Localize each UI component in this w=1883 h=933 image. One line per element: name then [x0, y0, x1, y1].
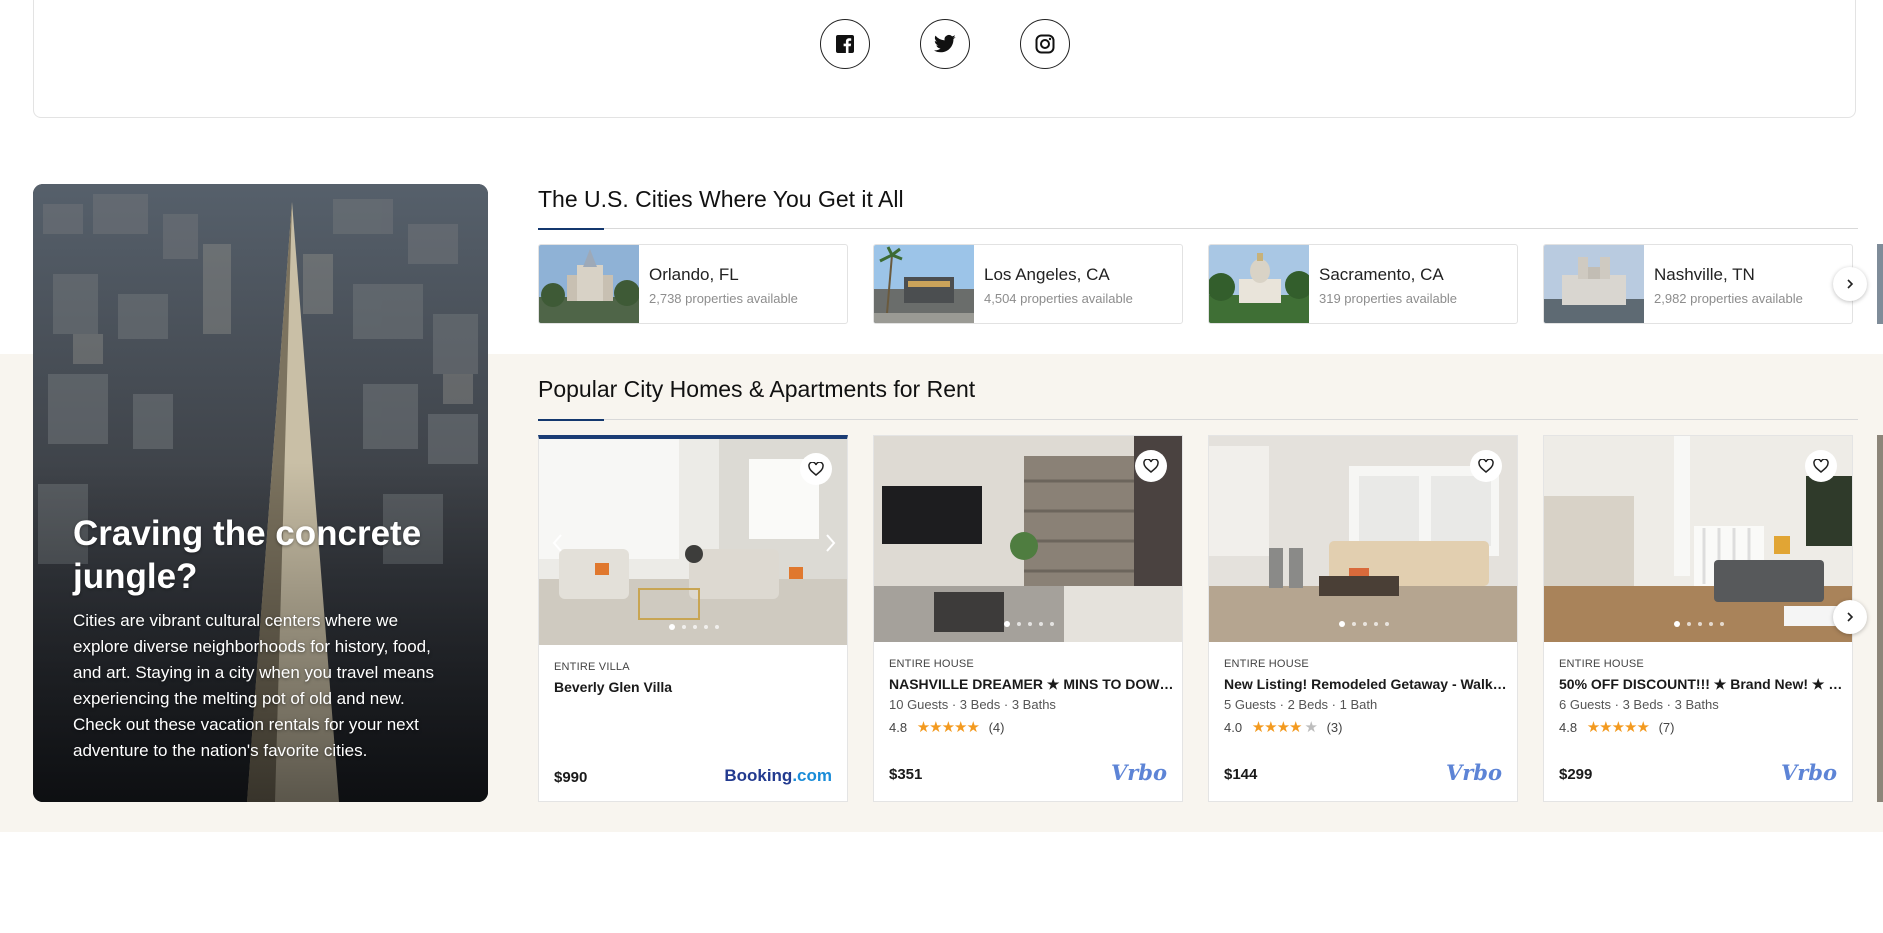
instagram-icon: [1035, 34, 1055, 54]
property-title: 50% OFF DISCOUNT!!! ★ Brand New! ★ Hip: [1559, 676, 1844, 692]
city-property-count: 319 properties available: [1319, 291, 1458, 306]
city-name: Sacramento, CA: [1319, 265, 1444, 284]
rentals-section-title: Popular City Homes & Apartments for Rent: [538, 376, 976, 402]
property-title: New Listing! Remodeled Getaway - Walk to: [1224, 676, 1509, 692]
city-name: Nashville, TN: [1654, 265, 1755, 284]
cities-next-button[interactable]: [1833, 267, 1867, 301]
property-type: ENTIRE HOUSE: [1559, 658, 1644, 670]
city-card-next-peek: [1877, 244, 1883, 324]
city-card-los-angeles[interactable]: Los Angeles, CA 4,504 properties availab…: [873, 244, 1183, 324]
rentals-section-accent: [538, 419, 604, 421]
twitter-button[interactable]: [920, 19, 970, 69]
chevron-right-icon[interactable]: [823, 533, 837, 553]
city-hero-card[interactable]: Craving the concrete jungle? Cities are …: [33, 184, 488, 802]
star-icon: ★★★★★: [1586, 719, 1650, 736]
star-icon: ★★★★★: [916, 719, 980, 736]
city-name: Los Angeles, CA: [984, 265, 1110, 284]
city-thumbnail: [1209, 245, 1309, 323]
property-title: Beverly Glen Villa: [554, 679, 673, 695]
vrbo-logo: Vrbo: [1445, 760, 1502, 785]
favorite-button[interactable]: [1135, 450, 1167, 482]
property-type: ENTIRE HOUSE: [1224, 658, 1309, 670]
favorite-button[interactable]: [1805, 450, 1837, 482]
cities-section-divider: [538, 228, 1858, 229]
heart-icon: [1143, 459, 1159, 473]
hero-description: Cities are vibrant cultural centers wher…: [73, 611, 434, 760]
star-empty-icon: ★: [1304, 719, 1318, 736]
chevron-left-icon[interactable]: [551, 533, 565, 553]
photo-pagination-dots: [539, 624, 847, 630]
favorite-button[interactable]: [1470, 450, 1502, 482]
vrbo-logo: Vrbo: [1110, 760, 1167, 785]
rental-card[interactable]: ENTIRE VILLA Beverly Glen Villa $990 Boo…: [538, 435, 848, 802]
property-rating: 4.0 ★★★★ ★ (3): [1224, 719, 1343, 736]
property-capacity: 6 Guests · 3 Beds · 3 Baths: [1559, 697, 1719, 712]
city-card-nashville[interactable]: Nashville, TN 2,982 properties available: [1543, 244, 1853, 324]
chevron-right-icon: [1847, 279, 1854, 289]
chevron-right-icon: [1847, 612, 1854, 622]
property-capacity: 10 Guests · 3 Beds · 3 Baths: [889, 697, 1056, 712]
property-rating: 4.8 ★★★★★ (4): [889, 719, 1005, 736]
property-title: NASHVILLE DREAMER ★ MINS TO DOWNTOWN: [889, 676, 1174, 692]
property-price: $299: [1559, 766, 1593, 783]
heart-icon: [808, 462, 824, 476]
rental-card-next-peek: [1877, 435, 1883, 802]
property-rating: 4.8 ★★★★★ (7): [1559, 719, 1675, 736]
rental-card[interactable]: ENTIRE HOUSE New Listing! Remodeled Geta…: [1208, 435, 1518, 802]
heart-icon: [1478, 459, 1494, 473]
city-card-sacramento[interactable]: Sacramento, CA 319 properties available: [1208, 244, 1518, 324]
property-type: ENTIRE HOUSE: [889, 658, 974, 670]
city-name: Orlando, FL: [649, 265, 739, 284]
city-thumbnail: [1544, 245, 1644, 323]
booking-logo: Booking.com: [724, 766, 832, 785]
facebook-icon: [836, 35, 854, 53]
cities-section-accent: [538, 228, 604, 230]
rental-card[interactable]: ENTIRE HOUSE NASHVILLE DREAMER ★ MINS TO…: [873, 435, 1183, 802]
star-icon: ★★★★: [1251, 719, 1303, 736]
property-price: $990: [554, 769, 588, 786]
city-property-count: 2,982 properties available: [1654, 291, 1803, 306]
photo-pagination-dots: [874, 621, 1182, 627]
facebook-button[interactable]: [820, 19, 870, 69]
property-type: ENTIRE VILLA: [554, 661, 630, 673]
city-thumbnail: [539, 245, 639, 323]
city-property-count: 4,504 properties available: [984, 291, 1133, 306]
instagram-button[interactable]: [1020, 19, 1070, 69]
vrbo-logo: Vrbo: [1780, 760, 1837, 785]
social-links-card: [33, 0, 1856, 118]
heart-icon: [1813, 459, 1829, 473]
city-property-count: 2,738 properties available: [649, 291, 798, 306]
favorite-button[interactable]: [800, 453, 832, 485]
hero-title: Craving the concrete jungle?: [73, 514, 422, 596]
rentals-section-divider: [538, 419, 1858, 420]
photo-pagination-dots: [1209, 621, 1517, 627]
property-price: $144: [1224, 766, 1258, 783]
property-price: $351: [889, 766, 923, 783]
city-card-orlando[interactable]: Orlando, FL 2,738 properties available: [538, 244, 848, 324]
cities-section-title: The U.S. Cities Where You Get it All: [538, 186, 904, 212]
twitter-icon: [934, 34, 956, 53]
city-thumbnail: [874, 245, 974, 323]
photo-pagination-dots: [1544, 621, 1852, 627]
property-capacity: 5 Guests · 2 Beds · 1 Bath: [1224, 697, 1378, 712]
rental-card[interactable]: ENTIRE HOUSE 50% OFF DISCOUNT!!! ★ Brand…: [1543, 435, 1853, 802]
rentals-next-button[interactable]: [1833, 600, 1867, 634]
